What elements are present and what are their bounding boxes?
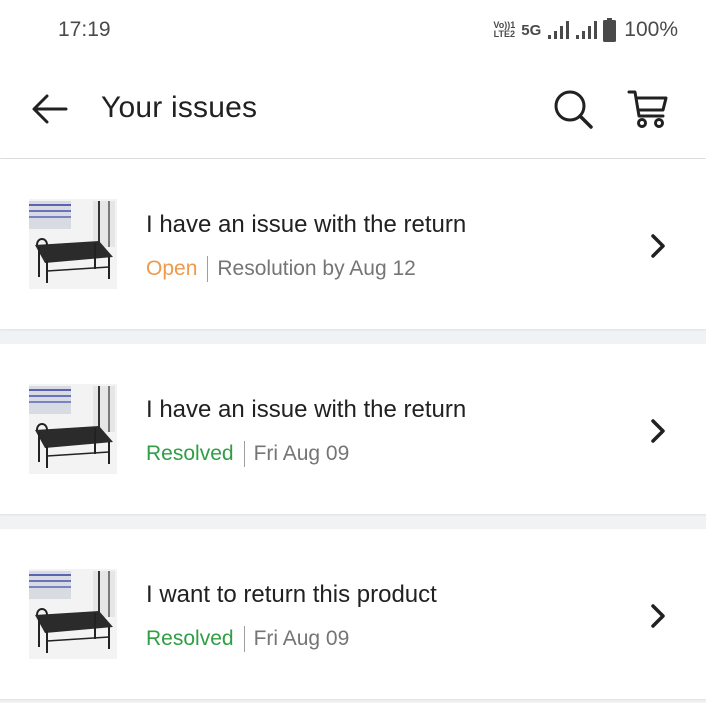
issue-list-item[interactable]: I want to return this product Resolved F… <box>0 529 706 699</box>
folding-bed-image <box>29 569 117 659</box>
battery-icon <box>603 18 617 42</box>
meta-divider <box>207 256 209 282</box>
signal-strength-icon <box>575 21 598 39</box>
cart-icon <box>627 90 668 128</box>
issue-date: Fri Aug 09 <box>253 442 350 465</box>
product-thumbnail <box>29 199 117 289</box>
issue-meta: Resolved Fri Aug 09 <box>146 626 349 652</box>
issue-title: I have an issue with the return <box>146 211 467 238</box>
meta-divider <box>243 441 245 467</box>
chevron-right-icon <box>651 604 665 628</box>
cart-button[interactable] <box>626 86 670 130</box>
battery-percentage: 100% <box>624 18 678 41</box>
app-bar: Your issues <box>0 60 706 158</box>
chevron-right-icon <box>651 234 665 258</box>
issue-title: I want to return this product <box>146 581 437 608</box>
status-indicators: Vo))1 LTE2 5G 100% <box>493 16 678 44</box>
back-button[interactable] <box>30 91 70 127</box>
issue-status: Resolved <box>146 627 234 650</box>
chevron-right-icon <box>651 419 665 443</box>
issue-date: Resolution by Aug 12 <box>217 257 416 280</box>
folding-bed-image <box>29 384 117 474</box>
issue-list-item[interactable]: I have an issue with the return Resolved… <box>0 344 706 514</box>
meta-divider <box>243 626 245 652</box>
status-bar: 17:19 Vo))1 LTE2 5G 100% <box>0 0 706 60</box>
page-title: Your issues <box>101 91 258 124</box>
network-type-label: 5G <box>521 21 542 39</box>
search-button[interactable] <box>552 88 594 130</box>
issue-meta: Open Resolution by Aug 12 <box>146 256 416 282</box>
issue-meta: Resolved Fri Aug 09 <box>146 441 349 467</box>
arrow-left-icon <box>32 94 68 124</box>
volte-indicator: Vo))1 LTE2 <box>493 21 515 39</box>
issue-title: I have an issue with the return <box>146 396 467 423</box>
issue-status: Open <box>146 257 198 280</box>
search-icon <box>554 90 593 129</box>
folding-bed-image <box>29 199 117 289</box>
issue-status: Resolved <box>146 442 234 465</box>
product-thumbnail <box>29 569 117 659</box>
signal-strength-icon <box>547 21 570 39</box>
product-thumbnail <box>29 384 117 474</box>
status-time: 17:19 <box>58 18 111 41</box>
issue-list-item[interactable]: I have an issue with the return Open Res… <box>0 159 706 329</box>
issue-date: Fri Aug 09 <box>253 627 350 650</box>
volte-bottom-label: LTE2 <box>493 29 516 39</box>
